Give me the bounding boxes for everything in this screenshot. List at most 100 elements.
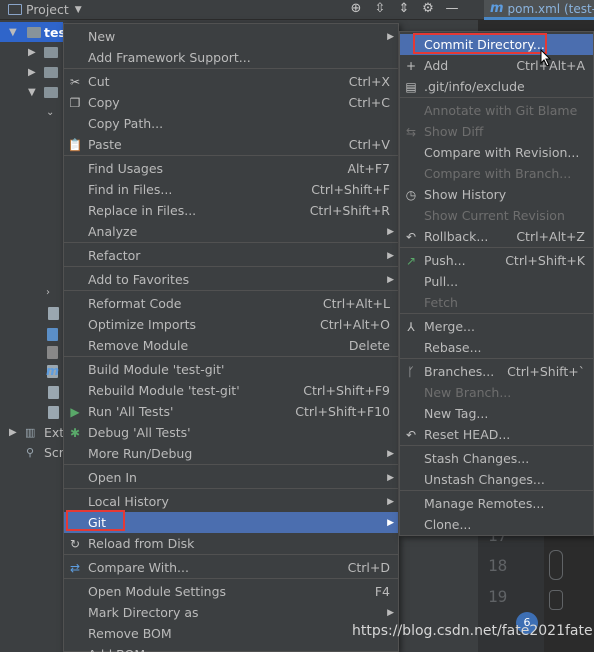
menu-item-copy-path[interactable]: Copy Path... xyxy=(64,113,398,134)
menu-item-find-usages[interactable]: Find Usages Alt+F7 xyxy=(64,158,398,179)
menu-item-copy[interactable]: ❐ Copy Ctrl+C xyxy=(64,92,398,113)
menu-item-clone[interactable]: Clone... xyxy=(400,514,593,535)
menu-item-shortcut: Ctrl+Shift+F9 xyxy=(303,383,390,398)
expand-all-icon[interactable]: ⇳ xyxy=(372,1,388,17)
menu-item-pull[interactable]: Pull... xyxy=(400,271,593,292)
tree-item-root[interactable]: ▼ tes xyxy=(0,22,66,42)
fold-marker-icon[interactable] xyxy=(549,590,563,610)
tree-item[interactable]: › xyxy=(0,282,63,302)
menu-item-add-framework-support[interactable]: Add Framework Support... xyxy=(64,47,398,68)
menu-item-shortcut: Ctrl+Alt+O xyxy=(320,317,390,332)
menu-item-replace-in-files[interactable]: Replace in Files... Ctrl+Shift+R xyxy=(64,200,398,221)
menu-item-find-in-files[interactable]: Find in Files... Ctrl+Shift+F xyxy=(64,179,398,200)
menu-item-reset-head[interactable]: ↶ Reset HEAD... xyxy=(400,424,593,445)
menu-item-label: Show Current Revision xyxy=(424,208,565,223)
chevron-down-icon: ▼ xyxy=(74,4,82,15)
menu-item-paste[interactable]: 📋 Paste Ctrl+V xyxy=(64,134,398,155)
locate-icon[interactable]: ⊕ xyxy=(348,1,364,17)
file-icon[interactable] xyxy=(48,406,59,419)
script-file-icon[interactable] xyxy=(47,346,58,359)
menu-item-new-tag[interactable]: New Tag... xyxy=(400,403,593,424)
push-arrow-icon: ↗ xyxy=(405,253,417,268)
chevron-right-icon[interactable]: ▶ xyxy=(9,427,17,438)
menu-item-show-current-revision: Show Current Revision xyxy=(400,205,593,226)
submenu-arrow-icon: ▶ xyxy=(387,31,394,42)
tree-item-scratches[interactable]: ⚲ Scr xyxy=(0,442,64,462)
menu-item-more-run-debug[interactable]: More Run/Debug ▶ xyxy=(64,443,398,464)
menu-item-reformat-code[interactable]: Reformat Code Ctrl+Alt+L xyxy=(64,293,398,314)
editor-tab-pom[interactable]: m pom.xml (test- xyxy=(484,0,594,20)
file-icon[interactable] xyxy=(48,386,59,399)
menu-item-label: Rollback... xyxy=(424,229,489,244)
menu-item-stash-changes[interactable]: Stash Changes... xyxy=(400,448,593,469)
menu-item-debug-all-tests[interactable]: ✱ Debug 'All Tests' xyxy=(64,422,398,443)
editor-tab-label: pom.xml (test- xyxy=(507,1,594,16)
menu-item-rebase[interactable]: Rebase... xyxy=(400,337,593,358)
menu-item-build-module-test-git[interactable]: Build Module 'test-git' xyxy=(64,359,398,380)
menu-item-cut[interactable]: ✂ Cut Ctrl+X xyxy=(64,71,398,92)
tree-item[interactable]: ▶ xyxy=(0,42,63,62)
menu-item-rebuild-module-test-git[interactable]: Rebuild Module 'test-git' Ctrl+Shift+F9 xyxy=(64,380,398,401)
menu-item-label: Mark Directory as xyxy=(88,605,199,620)
fold-marker-icon[interactable] xyxy=(549,550,563,580)
menu-item-shortcut: Ctrl+Shift+F xyxy=(311,182,390,197)
menu-item-add[interactable]: + Add Ctrl+Alt+A xyxy=(400,55,593,76)
tree-item-external-libraries[interactable]: ▶ ▥ Ext xyxy=(0,422,64,442)
menu-item-merge[interactable]: ⅄ Merge... xyxy=(400,316,593,337)
menu-item-branches[interactable]: ᚴ Branches... Ctrl+Shift+` xyxy=(400,361,593,382)
menu-item-fetch: Fetch xyxy=(400,292,593,313)
menu-item-remove-bom[interactable]: Remove BOM xyxy=(64,623,398,644)
collapse-all-icon[interactable]: ⇕ xyxy=(396,1,412,17)
chevron-down-icon[interactable]: ▼ xyxy=(28,87,36,98)
tree-item[interactable]: ▶ xyxy=(0,62,63,82)
gear-icon[interactable]: ⚙ xyxy=(420,1,436,17)
clock-icon: ◷ xyxy=(405,187,417,202)
menu-item-compare-with[interactable]: ⇄ Compare With... Ctrl+D xyxy=(64,557,398,578)
menu-item-label: Build Module 'test-git' xyxy=(88,362,225,377)
tool-window-header: Project ▼ ⊕ ⇳ ⇕ ⚙ — m pom.xml (test- xyxy=(0,0,594,20)
menu-item-new[interactable]: New ▶ xyxy=(64,26,398,47)
menu-item-optimize-imports[interactable]: Optimize Imports Ctrl+Alt+O xyxy=(64,314,398,335)
chevron-down-icon[interactable]: ⌄ xyxy=(46,107,54,118)
menu-item-open-module-settings[interactable]: Open Module Settings F4 xyxy=(64,581,398,602)
menu-item-open-in[interactable]: Open In ▶ xyxy=(64,467,398,488)
tree-item[interactable]: ▼ xyxy=(0,82,63,102)
diff-icon: ⇆ xyxy=(405,124,417,139)
project-view-label: Project xyxy=(26,2,69,17)
rollback-icon: ↶ xyxy=(405,229,417,244)
menu-item-local-history[interactable]: Local History ▶ xyxy=(64,491,398,512)
menu-item-label: Optimize Imports xyxy=(88,317,197,332)
chevron-down-icon[interactable]: ▼ xyxy=(9,27,17,38)
menu-item-add-bom[interactable]: Add BOM xyxy=(64,644,398,652)
menu-item-compare-with-revision[interactable]: Compare with Revision... xyxy=(400,142,593,163)
project-icon xyxy=(8,4,22,15)
markdown-file-icon[interactable] xyxy=(47,328,58,341)
chevron-right-icon[interactable]: › xyxy=(46,287,50,298)
menu-item-remove-module[interactable]: Remove Module Delete xyxy=(64,335,398,356)
tree-item[interactable]: ⌄ xyxy=(0,102,63,122)
project-context-menu: New ▶ Add Framework Support... ✂ Cut Ctrl+X ❐ C… xyxy=(63,23,399,652)
menu-item-push[interactable]: ↗ Push... Ctrl+Shift+K xyxy=(400,250,593,271)
submenu-arrow-icon: ▶ xyxy=(387,274,394,285)
menu-item-add-to-favorites[interactable]: Add to Favorites ▶ xyxy=(64,269,398,290)
menu-item-analyze[interactable]: Analyze ▶ xyxy=(64,221,398,242)
menu-item-run-all-tests[interactable]: ▶ Run 'All Tests' Ctrl+Shift+F10 xyxy=(64,401,398,422)
menu-item-git-info-exclude[interactable]: ▤ .git/info/exclude xyxy=(400,76,593,97)
chevron-right-icon[interactable]: ▶ xyxy=(28,47,36,58)
menu-item-rollback[interactable]: ↶ Rollback... Ctrl+Alt+Z xyxy=(400,226,593,247)
chevron-right-icon[interactable]: ▶ xyxy=(28,67,36,78)
menu-item-label: Add to Favorites xyxy=(88,272,190,287)
minimize-icon[interactable]: — xyxy=(444,1,460,17)
file-icon[interactable] xyxy=(48,307,59,320)
maven-icon: m xyxy=(490,1,504,16)
menu-item-reload-from-disk[interactable]: ↻ Reload from Disk xyxy=(64,533,398,554)
menu-item-mark-directory-as[interactable]: Mark Directory as ▶ xyxy=(64,602,398,623)
submenu-arrow-icon: ▶ xyxy=(387,250,394,261)
menu-item-manage-remotes[interactable]: Manage Remotes... xyxy=(400,493,593,514)
copy-icon: ❐ xyxy=(69,95,81,110)
menu-item-refactor[interactable]: Refactor ▶ xyxy=(64,245,398,266)
project-view-selector[interactable]: Project ▼ xyxy=(8,2,82,17)
maven-icon[interactable]: m xyxy=(46,363,59,378)
menu-item-show-history[interactable]: ◷ Show History xyxy=(400,184,593,205)
menu-item-unstash-changes[interactable]: Unstash Changes... xyxy=(400,469,593,490)
